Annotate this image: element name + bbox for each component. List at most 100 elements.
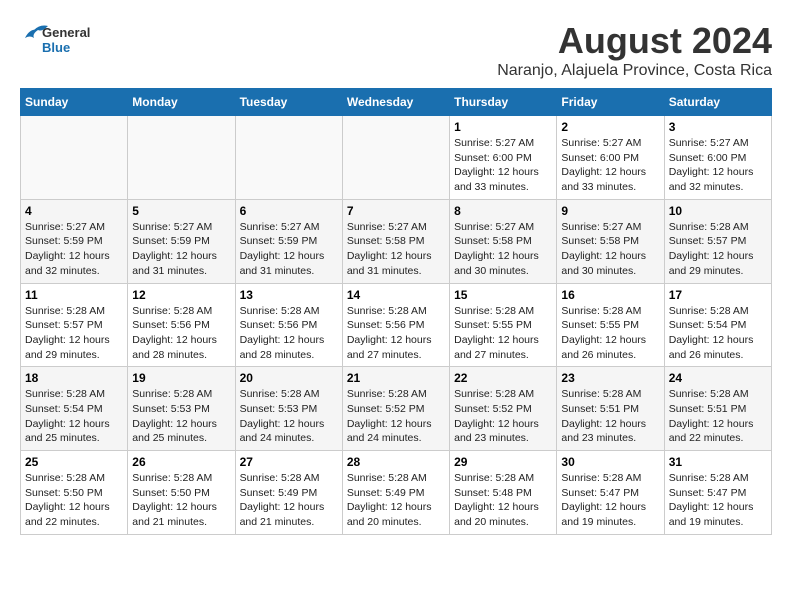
day-number: 2 [561, 120, 659, 134]
day-info: Sunrise: 5:27 AMSunset: 5:58 PMDaylight:… [347, 220, 445, 279]
day-number: 31 [669, 455, 767, 469]
day-number: 26 [132, 455, 230, 469]
table-row: 21 Sunrise: 5:28 AMSunset: 5:52 PMDayligh… [342, 367, 449, 451]
day-info: Sunrise: 5:28 AMSunset: 5:54 PMDaylight:… [669, 304, 767, 363]
table-row [128, 116, 235, 200]
day-info: Sunrise: 5:28 AMSunset: 5:57 PMDaylight:… [669, 220, 767, 279]
day-info: Sunrise: 5:28 AMSunset: 5:55 PMDaylight:… [454, 304, 552, 363]
day-info: Sunrise: 5:28 AMSunset: 5:56 PMDaylight:… [347, 304, 445, 363]
day-info: Sunrise: 5:28 AMSunset: 5:50 PMDaylight:… [132, 471, 230, 530]
day-number: 5 [132, 204, 230, 218]
day-number: 11 [25, 288, 123, 302]
day-number: 10 [669, 204, 767, 218]
calendar-week-row: 11Sunrise: 5:28 AMSunset: 5:57 PMDayligh… [21, 283, 772, 367]
col-friday: Friday [557, 89, 664, 116]
day-info: Sunrise: 5:28 AMSunset: 5:49 PMDaylight:… [240, 471, 338, 530]
title-section: August 2024 Naranjo, Alajuela Province, … [497, 20, 772, 80]
table-row: 20 Sunrise: 5:28 AMSunset: 5:53 PMDayligh… [235, 367, 342, 451]
day-number: 20 [240, 371, 338, 385]
table-row: 28Sunrise: 5:28 AMSunset: 5:49 PMDayligh… [342, 451, 449, 535]
day-info: Sunrise: 5:28 AMSunset: 5:51 PMDaylight:… [561, 387, 659, 446]
day-number: 27 [240, 455, 338, 469]
table-row: 11Sunrise: 5:28 AMSunset: 5:57 PMDayligh… [21, 283, 128, 367]
day-info: Sunrise: 5:28 AMSunset: 5:54 PMDaylight:… [25, 387, 123, 446]
day-info: Sunrise: 5:28 AMSunset: 5:56 PMDaylight:… [132, 304, 230, 363]
table-row: 10 Sunrise: 5:28 AMSunset: 5:57 PMDayligh… [664, 199, 771, 283]
day-info: Sunrise: 5:27 AMSunset: 5:59 PMDaylight:… [25, 220, 123, 279]
col-wednesday: Wednesday [342, 89, 449, 116]
calendar-table: Sunday Monday Tuesday Wednesday Thursday… [20, 88, 772, 535]
table-row: 3 Sunrise: 5:27 AMSunset: 6:00 PMDaylight… [664, 116, 771, 200]
day-info: Sunrise: 5:28 AMSunset: 5:50 PMDaylight:… [25, 471, 123, 530]
day-info: Sunrise: 5:27 AMSunset: 6:00 PMDaylight:… [669, 136, 767, 195]
col-sunday: Sunday [21, 89, 128, 116]
day-number: 28 [347, 455, 445, 469]
table-row: 15 Sunrise: 5:28 AMSunset: 5:55 PMDayligh… [450, 283, 557, 367]
table-row: 29 Sunrise: 5:28 AMSunset: 5:48 PMDayligh… [450, 451, 557, 535]
table-row: 6 Sunrise: 5:27 AMSunset: 5:59 PMDaylight… [235, 199, 342, 283]
logo-text-block: General Blue [20, 20, 110, 58]
day-info: Sunrise: 5:28 AMSunset: 5:52 PMDaylight:… [347, 387, 445, 446]
table-row: 23 Sunrise: 5:28 AMSunset: 5:51 PMDayligh… [557, 367, 664, 451]
table-row: 27 Sunrise: 5:28 AMSunset: 5:49 PMDayligh… [235, 451, 342, 535]
day-info: Sunrise: 5:28 AMSunset: 5:47 PMDaylight:… [669, 471, 767, 530]
table-row: 25Sunrise: 5:28 AMSunset: 5:50 PMDayligh… [21, 451, 128, 535]
day-info: Sunrise: 5:28 AMSunset: 5:55 PMDaylight:… [561, 304, 659, 363]
day-info: Sunrise: 5:28 AMSunset: 5:48 PMDaylight:… [454, 471, 552, 530]
page-header: General Blue August 2024 Naranjo, Alajue… [20, 20, 772, 80]
day-number: 13 [240, 288, 338, 302]
main-title: August 2024 [497, 20, 772, 62]
table-row: 12 Sunrise: 5:28 AMSunset: 5:56 PMDayligh… [128, 283, 235, 367]
col-thursday: Thursday [450, 89, 557, 116]
day-number: 14 [347, 288, 445, 302]
day-number: 1 [454, 120, 552, 134]
table-row [21, 116, 128, 200]
table-row: 31 Sunrise: 5:28 AMSunset: 5:47 PMDayligh… [664, 451, 771, 535]
day-number: 21 [347, 371, 445, 385]
day-info: Sunrise: 5:27 AMSunset: 5:59 PMDaylight:… [240, 220, 338, 279]
table-row: 26 Sunrise: 5:28 AMSunset: 5:50 PMDayligh… [128, 451, 235, 535]
table-row: 8 Sunrise: 5:27 AMSunset: 5:58 PMDaylight… [450, 199, 557, 283]
table-row: 24 Sunrise: 5:28 AMSunset: 5:51 PMDayligh… [664, 367, 771, 451]
logo-svg: General Blue [20, 20, 110, 58]
day-info: Sunrise: 5:28 AMSunset: 5:47 PMDaylight:… [561, 471, 659, 530]
svg-text:General: General [42, 25, 90, 40]
logo: General Blue [20, 20, 110, 58]
day-number: 24 [669, 371, 767, 385]
day-number: 3 [669, 120, 767, 134]
table-row: 5 Sunrise: 5:27 AMSunset: 5:59 PMDaylight… [128, 199, 235, 283]
day-info: Sunrise: 5:28 AMSunset: 5:51 PMDaylight:… [669, 387, 767, 446]
day-number: 8 [454, 204, 552, 218]
table-row: 1 Sunrise: 5:27 AMSunset: 6:00 PMDaylight… [450, 116, 557, 200]
day-info: Sunrise: 5:28 AMSunset: 5:53 PMDaylight:… [240, 387, 338, 446]
day-number: 16 [561, 288, 659, 302]
table-row: 7Sunrise: 5:27 AMSunset: 5:58 PMDaylight… [342, 199, 449, 283]
day-info: Sunrise: 5:27 AMSunset: 5:58 PMDaylight:… [454, 220, 552, 279]
day-number: 12 [132, 288, 230, 302]
table-row: 22 Sunrise: 5:28 AMSunset: 5:52 PMDayligh… [450, 367, 557, 451]
day-info: Sunrise: 5:28 AMSunset: 5:56 PMDaylight:… [240, 304, 338, 363]
day-number: 4 [25, 204, 123, 218]
day-number: 23 [561, 371, 659, 385]
day-number: 17 [669, 288, 767, 302]
table-row [342, 116, 449, 200]
day-info: Sunrise: 5:28 AMSunset: 5:52 PMDaylight:… [454, 387, 552, 446]
table-row: 2Sunrise: 5:27 AMSunset: 6:00 PMDaylight… [557, 116, 664, 200]
day-number: 18 [25, 371, 123, 385]
day-number: 9 [561, 204, 659, 218]
day-number: 6 [240, 204, 338, 218]
table-row: 13 Sunrise: 5:28 AMSunset: 5:56 PMDayligh… [235, 283, 342, 367]
day-number: 15 [454, 288, 552, 302]
calendar-week-row: 1 Sunrise: 5:27 AMSunset: 6:00 PMDaylight… [21, 116, 772, 200]
day-number: 30 [561, 455, 659, 469]
table-row [235, 116, 342, 200]
day-number: 19 [132, 371, 230, 385]
day-info: Sunrise: 5:27 AMSunset: 6:00 PMDaylight:… [454, 136, 552, 195]
day-info: Sunrise: 5:27 AMSunset: 5:59 PMDaylight:… [132, 220, 230, 279]
calendar-week-row: 25Sunrise: 5:28 AMSunset: 5:50 PMDayligh… [21, 451, 772, 535]
day-number: 29 [454, 455, 552, 469]
day-number: 22 [454, 371, 552, 385]
svg-text:Blue: Blue [42, 40, 70, 55]
table-row: 17 Sunrise: 5:28 AMSunset: 5:54 PMDayligh… [664, 283, 771, 367]
subtitle: Naranjo, Alajuela Province, Costa Rica [497, 62, 772, 80]
